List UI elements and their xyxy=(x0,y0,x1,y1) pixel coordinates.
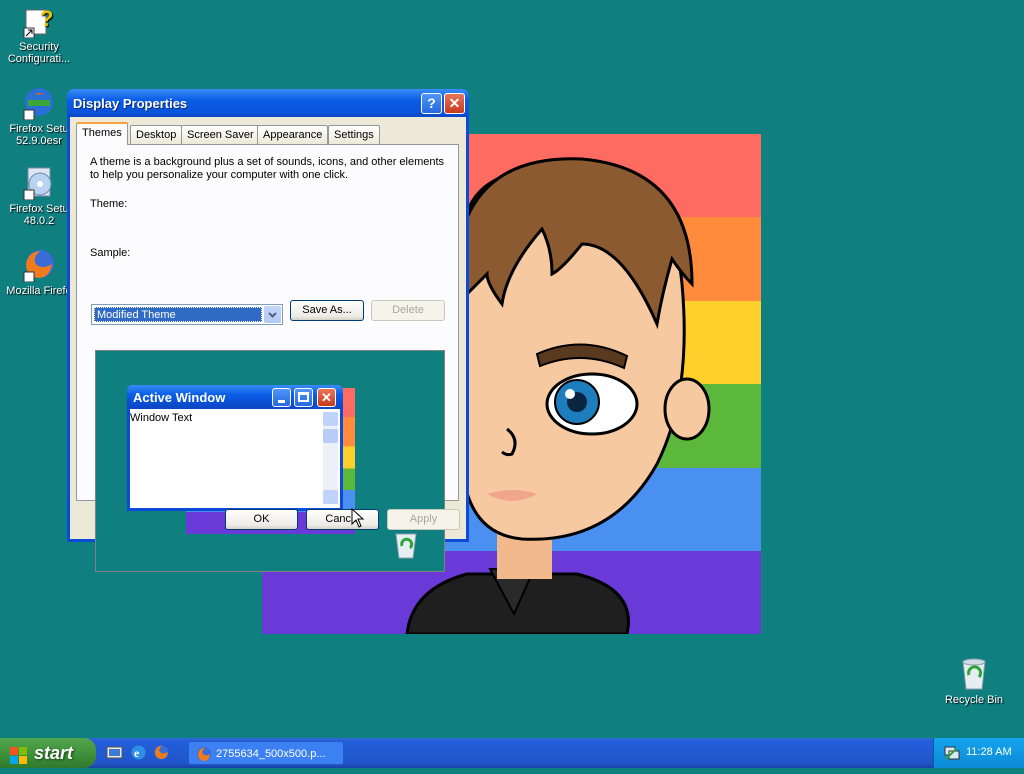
desktop-icon-label: Security Configurati... xyxy=(7,41,71,65)
recycle-bin-icon xyxy=(957,657,991,691)
show-desktop-icon[interactable] xyxy=(106,744,123,761)
ok-button[interactable]: OK xyxy=(225,509,298,530)
desktop-icon-label: Recycle Bin xyxy=(944,694,1004,706)
svg-text:?: ? xyxy=(40,6,53,31)
display-properties-window: Display Properties ? ✕ Themes Desktop Sc… xyxy=(67,89,469,572)
taskbar-button-label: 2755634_500x500.p... xyxy=(216,748,326,760)
sample-label: Sample: xyxy=(90,247,131,259)
firefox-icon[interactable] xyxy=(153,744,170,761)
minimize-icon xyxy=(272,388,291,407)
sample-title-bar: Active Window ✕ xyxy=(127,385,343,409)
taskbar-button-image[interactable]: 2755634_500x500.p... xyxy=(188,741,344,765)
title-bar[interactable]: Display Properties ? ✕ xyxy=(67,89,469,117)
close-icon: ✕ xyxy=(317,388,336,407)
cancel-button[interactable]: Cancel xyxy=(306,509,379,530)
sample-window-text: Window Text xyxy=(130,412,193,424)
help-button[interactable]: ? xyxy=(421,93,442,114)
start-label: start xyxy=(34,743,74,763)
sample-window-body: Window Text xyxy=(130,409,340,508)
theme-sample-preview: Active Window ✕ Window Text xyxy=(95,350,445,572)
delete-button[interactable]: Delete xyxy=(371,300,445,321)
firefox-setup-icon xyxy=(22,86,56,121)
setup-cd-icon xyxy=(22,166,56,201)
firefox-icon xyxy=(196,746,212,762)
theme-select-value: Modified Theme xyxy=(94,307,262,322)
network-icon[interactable] xyxy=(944,745,960,761)
apply-button[interactable]: Apply xyxy=(387,509,460,530)
taskbar: start e 2755634_500x500.p... 11:28 AM xyxy=(0,738,1024,768)
close-icon: ✕ xyxy=(448,95,461,111)
theme-select[interactable]: Modified Theme xyxy=(91,304,283,325)
tab-appearance[interactable]: Appearance xyxy=(257,125,329,144)
tab-settings[interactable]: Settings xyxy=(328,125,380,144)
theme-description: A theme is a background plus a set of so… xyxy=(90,156,445,181)
tab-screen-saver[interactable]: Screen Saver xyxy=(181,125,260,144)
window-title: Display Properties xyxy=(73,96,188,111)
recycle-bin-icon xyxy=(392,531,420,559)
sample-scrollbar xyxy=(323,412,338,504)
desktop-icon-recycle-bin[interactable]: Recycle Bin xyxy=(935,657,1013,706)
security-config-icon: ? xyxy=(22,4,56,39)
system-tray: 11:28 AM xyxy=(933,738,1024,768)
tab-themes[interactable]: Themes xyxy=(76,122,128,145)
dialog-client-area: Themes Desktop Screen Saver Appearance S… xyxy=(70,117,466,572)
firefox-icon xyxy=(22,248,56,283)
close-button[interactable]: ✕ xyxy=(444,93,465,114)
desktop-icon-security-configuration[interactable]: ? Security Configurati... xyxy=(0,4,78,65)
chevron-down-icon[interactable] xyxy=(264,306,281,323)
save-as-button[interactable]: Save As... xyxy=(290,300,364,321)
sample-active-window: Active Window ✕ Window Text xyxy=(127,385,343,511)
sample-window-title: Active Window xyxy=(133,390,226,405)
mouse-cursor-icon xyxy=(351,508,365,528)
maximize-icon xyxy=(294,388,313,407)
svg-text:e: e xyxy=(134,746,140,760)
ie-icon[interactable]: e xyxy=(130,744,147,761)
tab-desktop[interactable]: Desktop xyxy=(130,125,183,144)
start-button[interactable]: start xyxy=(0,738,96,768)
theme-label: Theme: xyxy=(90,198,128,210)
clock[interactable]: 11:28 AM xyxy=(966,746,1012,758)
windows-logo-icon xyxy=(10,744,28,764)
